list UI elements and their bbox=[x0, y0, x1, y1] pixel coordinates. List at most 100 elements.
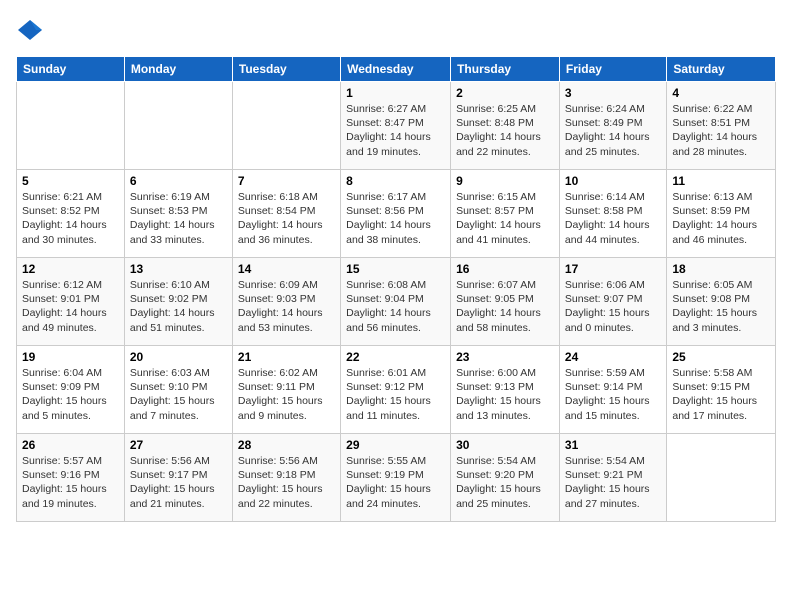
calendar-cell: 6 Sunrise: 6:19 AM Sunset: 8:53 PM Daylig… bbox=[124, 170, 232, 258]
cell-content: Sunrise: 6:12 AM Sunset: 9:01 PM Dayligh… bbox=[22, 278, 119, 335]
calendar-cell: 31 Sunrise: 5:54 AM Sunset: 9:21 PM Dayli… bbox=[559, 434, 666, 522]
calendar-cell: 24 Sunrise: 5:59 AM Sunset: 9:14 PM Dayli… bbox=[559, 346, 666, 434]
calendar-header-row: SundayMondayTuesdayWednesdayThursdayFrid… bbox=[17, 57, 776, 82]
day-number: 10 bbox=[565, 174, 661, 188]
calendar-cell: 17 Sunrise: 6:06 AM Sunset: 9:07 PM Dayli… bbox=[559, 258, 666, 346]
logo bbox=[16, 16, 48, 44]
calendar-cell bbox=[232, 82, 340, 170]
day-number: 2 bbox=[456, 86, 554, 100]
calendar-week-row: 12 Sunrise: 6:12 AM Sunset: 9:01 PM Dayli… bbox=[17, 258, 776, 346]
day-number: 4 bbox=[672, 86, 770, 100]
cell-content: Sunrise: 5:59 AM Sunset: 9:14 PM Dayligh… bbox=[565, 366, 661, 423]
day-number: 31 bbox=[565, 438, 661, 452]
cell-content: Sunrise: 6:24 AM Sunset: 8:49 PM Dayligh… bbox=[565, 102, 661, 159]
calendar-cell: 15 Sunrise: 6:08 AM Sunset: 9:04 PM Dayli… bbox=[341, 258, 451, 346]
cell-content: Sunrise: 6:09 AM Sunset: 9:03 PM Dayligh… bbox=[238, 278, 335, 335]
cell-content: Sunrise: 6:08 AM Sunset: 9:04 PM Dayligh… bbox=[346, 278, 445, 335]
cell-content: Sunrise: 6:13 AM Sunset: 8:59 PM Dayligh… bbox=[672, 190, 770, 247]
day-number: 26 bbox=[22, 438, 119, 452]
day-number: 25 bbox=[672, 350, 770, 364]
cell-content: Sunrise: 6:14 AM Sunset: 8:58 PM Dayligh… bbox=[565, 190, 661, 247]
day-number: 15 bbox=[346, 262, 445, 276]
cell-content: Sunrise: 6:18 AM Sunset: 8:54 PM Dayligh… bbox=[238, 190, 335, 247]
calendar-cell bbox=[17, 82, 125, 170]
cell-content: Sunrise: 6:07 AM Sunset: 9:05 PM Dayligh… bbox=[456, 278, 554, 335]
calendar-week-row: 26 Sunrise: 5:57 AM Sunset: 9:16 PM Dayli… bbox=[17, 434, 776, 522]
day-number: 12 bbox=[22, 262, 119, 276]
calendar-cell: 16 Sunrise: 6:07 AM Sunset: 9:05 PM Dayli… bbox=[451, 258, 560, 346]
page-header bbox=[16, 16, 776, 44]
calendar-cell: 19Sunrise: 6:04 AM Sunset: 9:09 PM Dayli… bbox=[17, 346, 125, 434]
calendar-cell: 14Sunrise: 6:09 AM Sunset: 9:03 PM Dayli… bbox=[232, 258, 340, 346]
calendar-cell: 11 Sunrise: 6:13 AM Sunset: 8:59 PM Dayli… bbox=[667, 170, 776, 258]
cell-content: Sunrise: 5:54 AM Sunset: 9:21 PM Dayligh… bbox=[565, 454, 661, 511]
calendar-cell bbox=[124, 82, 232, 170]
day-number: 7 bbox=[238, 174, 335, 188]
cell-content: Sunrise: 5:54 AM Sunset: 9:20 PM Dayligh… bbox=[456, 454, 554, 511]
day-number: 13 bbox=[130, 262, 227, 276]
calendar-cell: 4 Sunrise: 6:22 AM Sunset: 8:51 PM Daylig… bbox=[667, 82, 776, 170]
day-number: 18 bbox=[672, 262, 770, 276]
calendar-cell: 12 Sunrise: 6:12 AM Sunset: 9:01 PM Dayli… bbox=[17, 258, 125, 346]
calendar-cell: 30 Sunrise: 5:54 AM Sunset: 9:20 PM Dayli… bbox=[451, 434, 560, 522]
cell-content: Sunrise: 6:06 AM Sunset: 9:07 PM Dayligh… bbox=[565, 278, 661, 335]
calendar-cell: 29 Sunrise: 5:55 AM Sunset: 9:19 PM Dayli… bbox=[341, 434, 451, 522]
day-number: 21 bbox=[238, 350, 335, 364]
cell-content: Sunrise: 5:57 AM Sunset: 9:16 PM Dayligh… bbox=[22, 454, 119, 511]
cell-content: Sunrise: 6:00 AM Sunset: 9:13 PM Dayligh… bbox=[456, 366, 554, 423]
calendar-cell: 3Sunrise: 6:24 AM Sunset: 8:49 PM Daylig… bbox=[559, 82, 666, 170]
cell-content: Sunrise: 6:25 AM Sunset: 8:48 PM Dayligh… bbox=[456, 102, 554, 159]
day-number: 17 bbox=[565, 262, 661, 276]
calendar-cell: 18 Sunrise: 6:05 AM Sunset: 9:08 PM Dayli… bbox=[667, 258, 776, 346]
cell-content: Sunrise: 6:17 AM Sunset: 8:56 PM Dayligh… bbox=[346, 190, 445, 247]
cell-content: Sunrise: 6:01 AM Sunset: 9:12 PM Dayligh… bbox=[346, 366, 445, 423]
day-number: 11 bbox=[672, 174, 770, 188]
day-number: 27 bbox=[130, 438, 227, 452]
day-number: 9 bbox=[456, 174, 554, 188]
day-number: 6 bbox=[130, 174, 227, 188]
cell-content: Sunrise: 6:03 AM Sunset: 9:10 PM Dayligh… bbox=[130, 366, 227, 423]
day-number: 29 bbox=[346, 438, 445, 452]
day-number: 24 bbox=[565, 350, 661, 364]
calendar-cell: 10 Sunrise: 6:14 AM Sunset: 8:58 PM Dayli… bbox=[559, 170, 666, 258]
day-number: 16 bbox=[456, 262, 554, 276]
day-number: 30 bbox=[456, 438, 554, 452]
calendar-cell: 27 Sunrise: 5:56 AM Sunset: 9:17 PM Dayli… bbox=[124, 434, 232, 522]
cell-content: Sunrise: 6:05 AM Sunset: 9:08 PM Dayligh… bbox=[672, 278, 770, 335]
logo-icon bbox=[16, 16, 44, 44]
header-tuesday: Tuesday bbox=[232, 57, 340, 82]
cell-content: Sunrise: 5:58 AM Sunset: 9:15 PM Dayligh… bbox=[672, 366, 770, 423]
cell-content: Sunrise: 5:55 AM Sunset: 9:19 PM Dayligh… bbox=[346, 454, 445, 511]
cell-content: Sunrise: 6:27 AM Sunset: 8:47 PM Dayligh… bbox=[346, 102, 445, 159]
calendar-cell: 7 Sunrise: 6:18 AM Sunset: 8:54 PM Daylig… bbox=[232, 170, 340, 258]
calendar-cell: 23 Sunrise: 6:00 AM Sunset: 9:13 PM Dayli… bbox=[451, 346, 560, 434]
cell-content: Sunrise: 6:04 AM Sunset: 9:09 PM Dayligh… bbox=[22, 366, 119, 423]
header-wednesday: Wednesday bbox=[341, 57, 451, 82]
day-number: 20 bbox=[130, 350, 227, 364]
calendar-week-row: 5Sunrise: 6:21 AM Sunset: 8:52 PM Daylig… bbox=[17, 170, 776, 258]
calendar-cell: 9 Sunrise: 6:15 AM Sunset: 8:57 PM Daylig… bbox=[451, 170, 560, 258]
day-number: 28 bbox=[238, 438, 335, 452]
cell-content: Sunrise: 6:15 AM Sunset: 8:57 PM Dayligh… bbox=[456, 190, 554, 247]
calendar-table: SundayMondayTuesdayWednesdayThursdayFrid… bbox=[16, 56, 776, 522]
calendar-week-row: 19Sunrise: 6:04 AM Sunset: 9:09 PM Dayli… bbox=[17, 346, 776, 434]
calendar-cell: 5Sunrise: 6:21 AM Sunset: 8:52 PM Daylig… bbox=[17, 170, 125, 258]
day-number: 23 bbox=[456, 350, 554, 364]
day-number: 22 bbox=[346, 350, 445, 364]
cell-content: Sunrise: 5:56 AM Sunset: 9:17 PM Dayligh… bbox=[130, 454, 227, 511]
day-number: 1 bbox=[346, 86, 445, 100]
calendar-cell: 20 Sunrise: 6:03 AM Sunset: 9:10 PM Dayli… bbox=[124, 346, 232, 434]
header-friday: Friday bbox=[559, 57, 666, 82]
header-sunday: Sunday bbox=[17, 57, 125, 82]
calendar-week-row: 1 Sunrise: 6:27 AM Sunset: 8:47 PM Daylig… bbox=[17, 82, 776, 170]
cell-content: Sunrise: 6:21 AM Sunset: 8:52 PM Dayligh… bbox=[22, 190, 119, 247]
calendar-cell: 13 Sunrise: 6:10 AM Sunset: 9:02 PM Dayli… bbox=[124, 258, 232, 346]
calendar-cell: 25 Sunrise: 5:58 AM Sunset: 9:15 PM Dayli… bbox=[667, 346, 776, 434]
cell-content: Sunrise: 6:10 AM Sunset: 9:02 PM Dayligh… bbox=[130, 278, 227, 335]
header-monday: Monday bbox=[124, 57, 232, 82]
cell-content: Sunrise: 6:22 AM Sunset: 8:51 PM Dayligh… bbox=[672, 102, 770, 159]
calendar-cell: 28Sunrise: 5:56 AM Sunset: 9:18 PM Dayli… bbox=[232, 434, 340, 522]
cell-content: Sunrise: 6:19 AM Sunset: 8:53 PM Dayligh… bbox=[130, 190, 227, 247]
calendar-cell: 21Sunrise: 6:02 AM Sunset: 9:11 PM Dayli… bbox=[232, 346, 340, 434]
header-saturday: Saturday bbox=[667, 57, 776, 82]
